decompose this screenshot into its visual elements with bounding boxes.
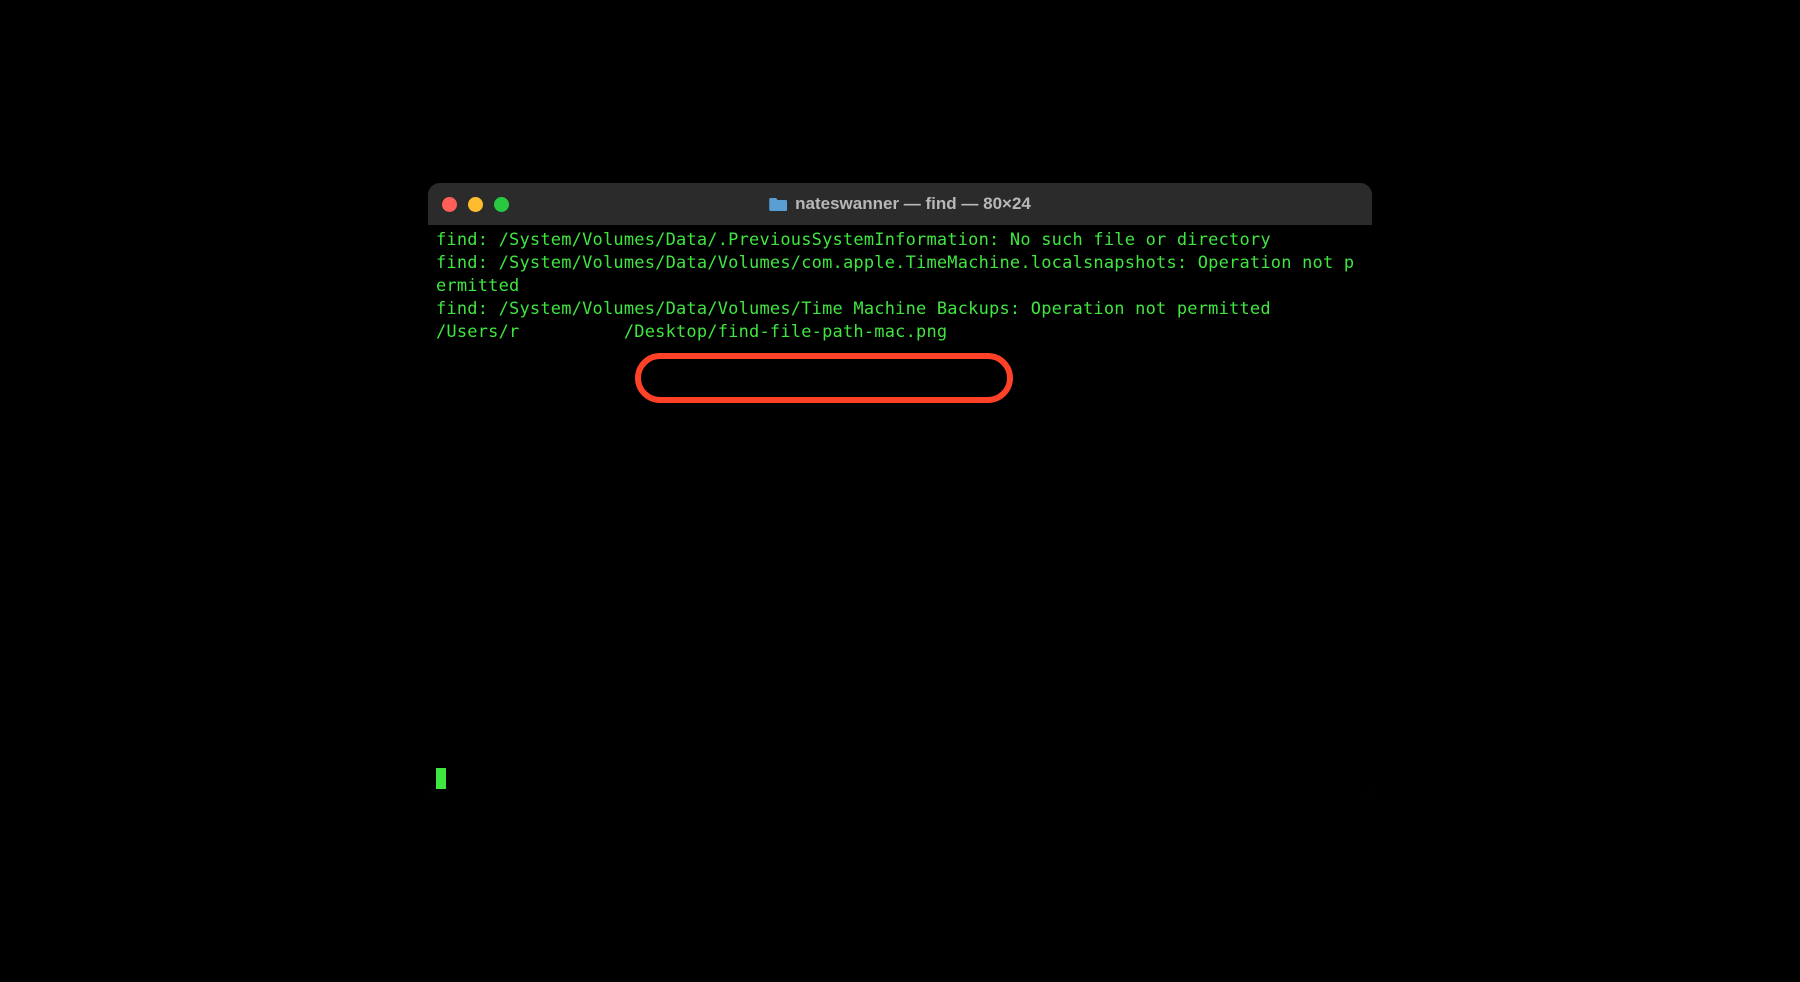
title-bar[interactable]: nateswanner — find — 80×24: [428, 183, 1372, 225]
window-title-text: nateswanner — find — 80×24: [795, 194, 1031, 214]
terminal-output-line: find: /System/Volumes/Data/Volumes/Time …: [436, 298, 1364, 321]
maximize-button[interactable]: [494, 197, 509, 212]
window-title: nateswanner — find — 80×24: [769, 194, 1031, 214]
terminal-output-line: /Users/r /Desktop/find-file-path-mac.png: [436, 321, 1364, 344]
terminal-window: nateswanner — find — 80×24 find: /System…: [428, 183, 1372, 799]
terminal-output-line: find: /System/Volumes/Data/Volumes/com.a…: [436, 252, 1364, 298]
terminal-body[interactable]: find: /System/Volumes/Data/.PreviousSyst…: [428, 225, 1372, 799]
cursor-area: [436, 766, 446, 789]
highlight-annotation: [635, 353, 1013, 403]
folder-icon: [769, 196, 787, 212]
close-button[interactable]: [442, 197, 457, 212]
traffic-lights: [442, 197, 509, 212]
terminal-cursor: [436, 768, 446, 789]
minimize-button[interactable]: [468, 197, 483, 212]
terminal-output-line: find: /System/Volumes/Data/.PreviousSyst…: [436, 229, 1364, 252]
